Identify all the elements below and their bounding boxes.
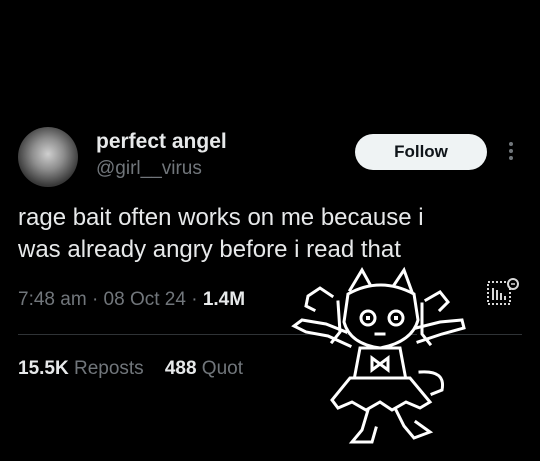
reposts-count[interactable]: 15.5K <box>18 358 69 379</box>
avatar[interactable] <box>18 127 78 187</box>
meta-separator: · <box>91 289 99 310</box>
more-dots-icon[interactable] <box>503 140 519 164</box>
tweet-line: rage bait often works on me because i <box>18 204 424 231</box>
quotes-count[interactable]: 488 <box>165 358 197 379</box>
follow-button[interactable]: Follow <box>355 134 487 170</box>
display-name[interactable]: perfect angel <box>96 130 227 154</box>
pixel-angel-sprite <box>291 266 466 444</box>
tweet-meta: 7:48 am · 08 Oct 24 · 1.4M <box>18 289 245 311</box>
quotes-label[interactable]: Quot <box>202 358 243 379</box>
tweet-time[interactable]: 7:48 am <box>18 289 87 310</box>
meta-separator: · <box>191 289 198 310</box>
tweet-text: rage bait often works on me because i wa… <box>18 202 523 266</box>
view-count: 1.4M <box>202 289 246 310</box>
tweet-date[interactable]: 08 Oct 24 <box>104 289 186 310</box>
user-handle[interactable]: @girl__virus <box>96 158 202 180</box>
engagement-stats: 15.5K Reposts 488 Quot <box>18 358 243 380</box>
reposts-label[interactable]: Reposts <box>74 358 144 379</box>
analytics-icon[interactable] <box>486 276 520 310</box>
